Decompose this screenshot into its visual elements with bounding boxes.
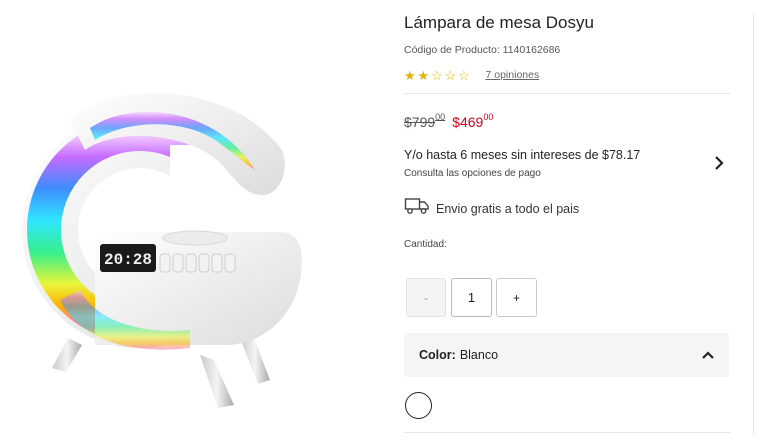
quantity-input[interactable]: 1 xyxy=(451,278,492,317)
installments-text: Y/o hasta 6 meses sin intereses de $78.1… xyxy=(404,148,641,162)
reviews-link[interactable]: 7 opiniones xyxy=(486,69,540,81)
star-filled-icon: ★ xyxy=(404,67,416,83)
shipping-text: Envio gratis a todo el pais xyxy=(436,201,580,216)
product-image[interactable]: 20:28 xyxy=(0,0,390,436)
shipping-info: Envio gratis a todo el pais xyxy=(404,197,579,220)
divider xyxy=(404,93,730,94)
rating-stars: ★ ★ ☆ ☆ ☆ xyxy=(404,69,472,82)
clock-display: 20:28 xyxy=(104,251,152,269)
old-price: $79900 xyxy=(404,112,446,130)
color-swatch-white[interactable] xyxy=(405,392,432,419)
star-empty-icon: ☆ xyxy=(431,67,443,83)
payment-options-link[interactable]: Consulta las opciones de pago xyxy=(404,168,541,179)
color-selector-header[interactable]: Color: Blanco xyxy=(404,333,729,377)
rating-row: ★ ★ ☆ ☆ ☆ 7 opiniones xyxy=(404,66,539,84)
quantity-decrease-button[interactable]: - xyxy=(406,278,446,317)
quantity-label: Cantidad: xyxy=(404,239,447,250)
product-code: Código de Producto: 1140162686 xyxy=(404,44,561,56)
sale-price: $46900 xyxy=(452,112,494,130)
color-label: Color: xyxy=(419,348,456,362)
price-block: $79900 $46900 xyxy=(404,112,494,130)
star-filled-icon: ★ xyxy=(417,67,430,83)
color-value: Blanco xyxy=(459,348,499,362)
star-empty-icon: ☆ xyxy=(444,67,457,83)
truck-icon xyxy=(404,197,430,220)
product-title: Lámpara de mesa Dosyu xyxy=(404,13,594,32)
product-info-panel: Lámpara de mesa Dosyu Código de Producto… xyxy=(404,0,730,436)
lamp-illustration: 20:28 xyxy=(22,92,310,408)
page-edge-divider xyxy=(753,14,754,436)
star-empty-icon: ☆ xyxy=(458,67,470,83)
divider xyxy=(404,432,730,433)
chevron-up-icon[interactable] xyxy=(699,346,717,364)
quantity-increase-button[interactable]: + xyxy=(496,278,537,317)
chevron-right-icon[interactable] xyxy=(710,152,728,174)
